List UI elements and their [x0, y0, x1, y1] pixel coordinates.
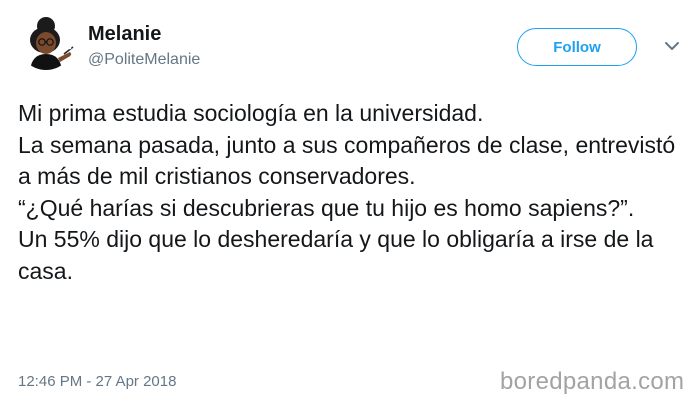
tweet-line: “¿Qué harías si descubrieras que tu hijo… — [18, 194, 635, 221]
tweet-timestamp[interactable]: 12:46 PM - 27 Apr 2018 — [18, 373, 176, 390]
user-names: Melanie @PoliteMelanie — [88, 22, 200, 72]
avatar[interactable] — [18, 14, 74, 70]
tweet-header: Melanie @PoliteMelanie Follow — [18, 14, 682, 84]
tweet-text: Mi prima estudia sociología en la univer… — [18, 98, 682, 287]
watermark: boredpanda.com — [500, 368, 685, 395]
tweet-line: Un 55% dijo que lo desheredaría y que lo… — [18, 226, 654, 284]
user-handle[interactable]: @PoliteMelanie — [88, 48, 200, 72]
follow-button[interactable]: Follow — [517, 28, 637, 66]
chevron-down-icon[interactable] — [662, 36, 682, 56]
tweet-line: La semana pasada, junto a sus compañeros… — [18, 131, 676, 190]
tweet-line: Mi prima estudia sociología en la univer… — [18, 100, 484, 126]
avatar-illustration — [18, 14, 74, 70]
display-name[interactable]: Melanie — [88, 22, 200, 46]
